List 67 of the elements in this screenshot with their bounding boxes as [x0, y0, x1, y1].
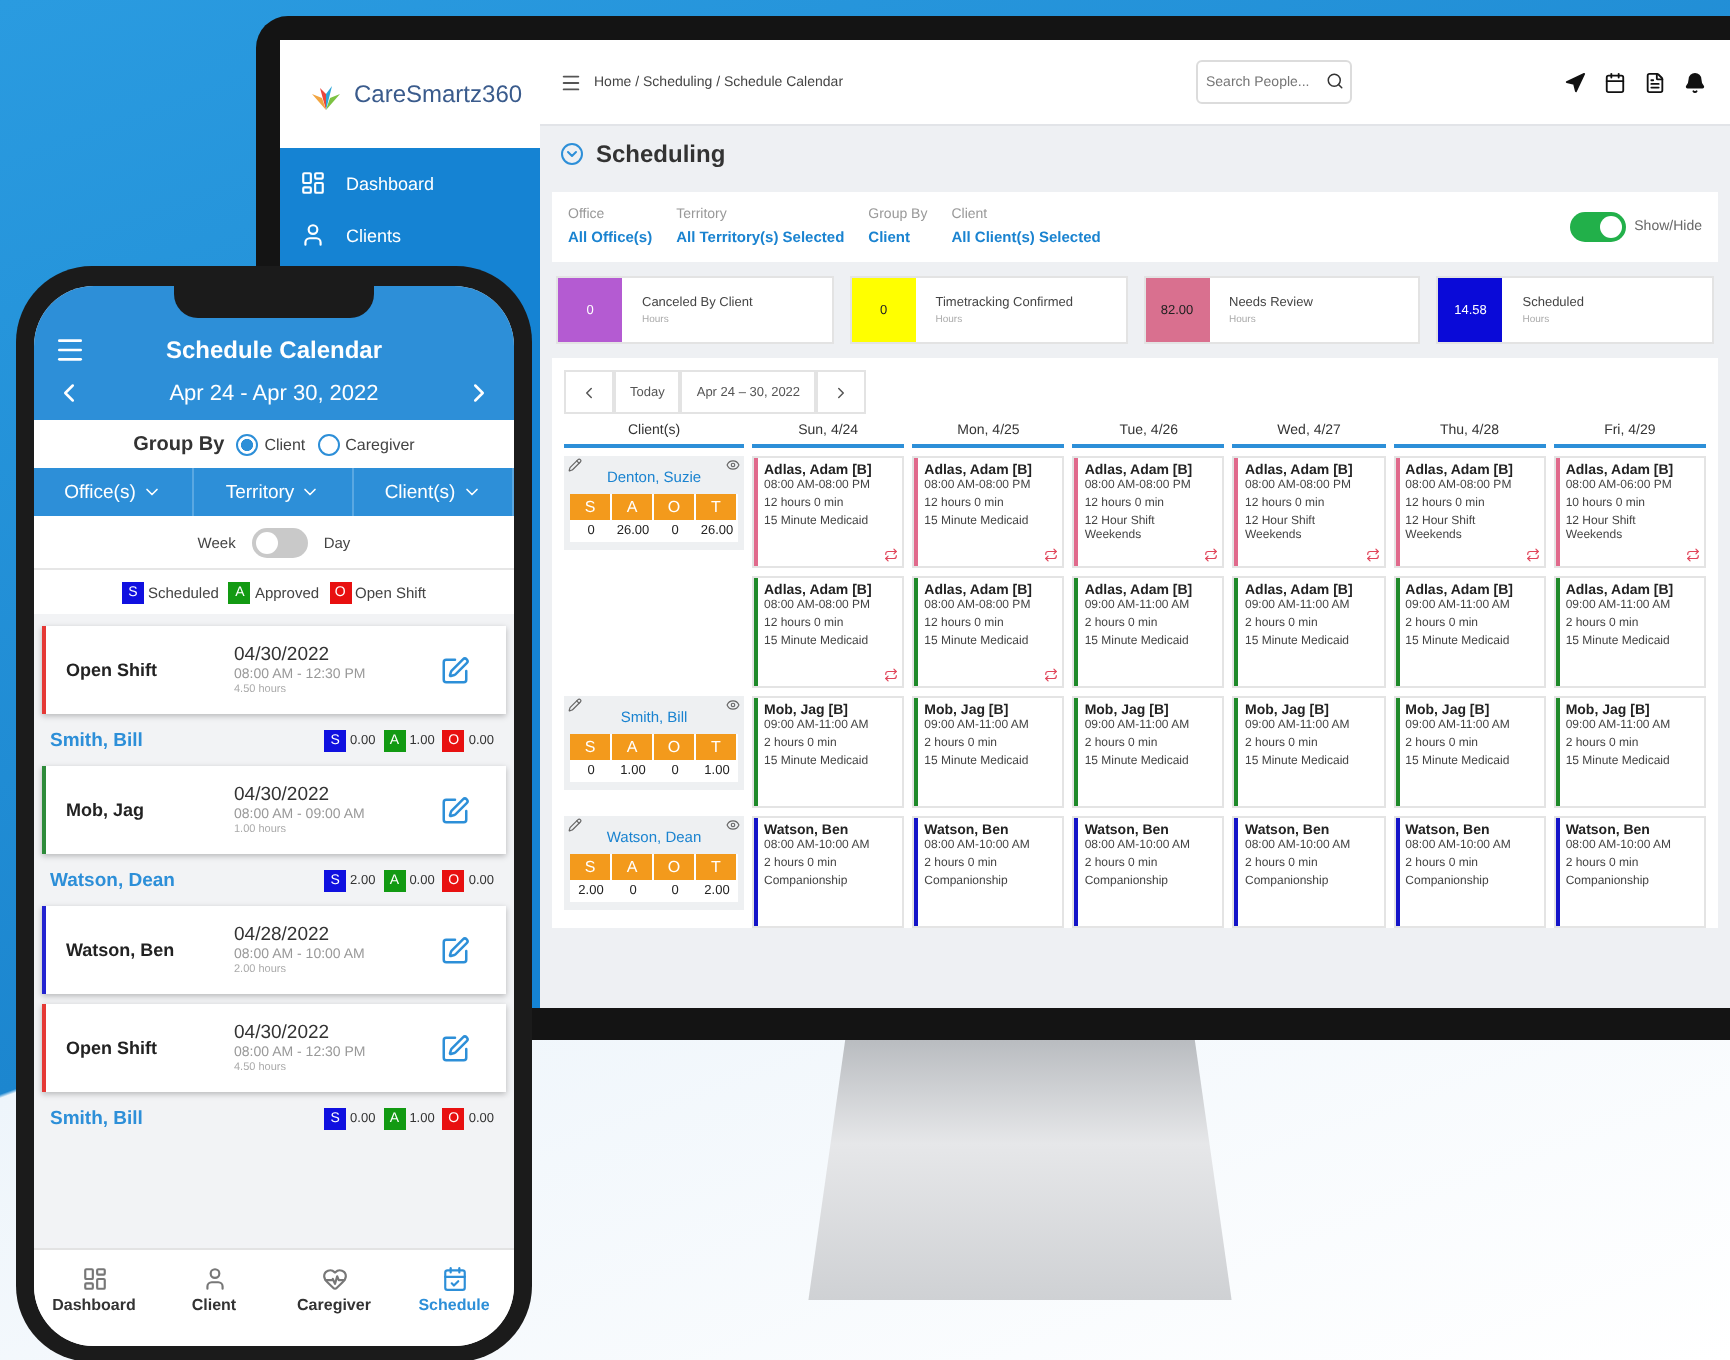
repeat-icon [1044, 668, 1059, 682]
repeat-icon [1204, 548, 1219, 562]
page-title: Scheduling [596, 140, 726, 168]
edit-icon[interactable] [440, 655, 470, 685]
status-letter: A [612, 494, 654, 520]
edit-icon[interactable] [440, 795, 470, 825]
toggle-switch[interactable] [1570, 212, 1627, 242]
person-icon [300, 222, 326, 248]
status-letter: T [696, 854, 738, 880]
repeat-icon [1044, 548, 1059, 562]
status-letter: S [570, 734, 612, 760]
radio-option[interactable]: Client [236, 433, 306, 455]
chevron-circle-icon[interactable] [560, 142, 584, 166]
eye-icon[interactable] [726, 698, 740, 712]
status-letter: A [612, 734, 654, 760]
calendar-check-icon [441, 1266, 467, 1292]
calendar-icon[interactable] [1604, 71, 1626, 93]
status-letter: O [654, 734, 696, 760]
notifications-icon[interactable] [1684, 71, 1706, 93]
document-icon[interactable] [1644, 71, 1666, 93]
logo-text: CareSmartz360 [354, 80, 523, 108]
dashboard-icon [81, 1266, 107, 1292]
pencil-icon[interactable] [568, 818, 582, 832]
menu-icon[interactable] [560, 71, 582, 93]
bottom-tab[interactable]: Caregiver [274, 1250, 394, 1330]
edit-icon[interactable] [440, 935, 470, 965]
shift-date: 04/30/2022 [234, 784, 332, 806]
shift-name: Mob, Jag [64, 800, 147, 820]
status-letter: O [654, 854, 696, 880]
repeat-icon [1365, 548, 1380, 562]
group-by-label: Group By [133, 433, 225, 455]
shift-name: Open Shift [64, 1038, 159, 1058]
status-letter: O [654, 494, 696, 520]
dashboard-icon [300, 170, 326, 196]
search-icon[interactable] [1326, 72, 1344, 90]
status-letter: T [696, 734, 738, 760]
date-range: Apr 24 - Apr 30, 2022 [169, 381, 379, 405]
bottom-tab[interactable]: Dashboard [34, 1250, 154, 1330]
shift-date: 04/30/2022 [234, 1022, 332, 1044]
status-letter: T [696, 494, 738, 520]
shift-date: 04/30/2022 [234, 644, 332, 666]
shift-date: 04/28/2022 [234, 924, 332, 946]
pencil-icon[interactable] [568, 458, 582, 472]
repeat-icon [1685, 548, 1700, 562]
eye-icon[interactable] [726, 818, 740, 832]
heart-pulse-icon [321, 1266, 347, 1292]
view-toggle[interactable] [251, 527, 308, 557]
shift-name: Watson, Ben [64, 940, 177, 960]
status-letter: S [570, 854, 612, 880]
phone-title: Schedule Calendar [165, 336, 383, 364]
shift-name: Open Shift [64, 660, 159, 680]
repeat-icon [884, 668, 899, 682]
edit-icon[interactable] [440, 1033, 470, 1063]
bottom-tab[interactable]: Client [154, 1250, 274, 1330]
chevron-left-icon [580, 383, 598, 401]
person-icon [201, 1266, 227, 1292]
eye-icon[interactable] [726, 458, 740, 472]
menu-icon[interactable] [54, 334, 86, 366]
sidebar-item[interactable]: Dashboard [280, 160, 540, 206]
sidebar-item[interactable]: Clients [280, 212, 540, 258]
arrow-pointer-icon[interactable] [1564, 71, 1586, 93]
radio-option[interactable]: Caregiver [317, 433, 415, 455]
repeat-icon [1525, 548, 1540, 562]
repeat-icon [884, 548, 899, 562]
status-letter: A [612, 854, 654, 880]
status-letter: S [570, 494, 612, 520]
pencil-icon[interactable] [568, 698, 582, 712]
